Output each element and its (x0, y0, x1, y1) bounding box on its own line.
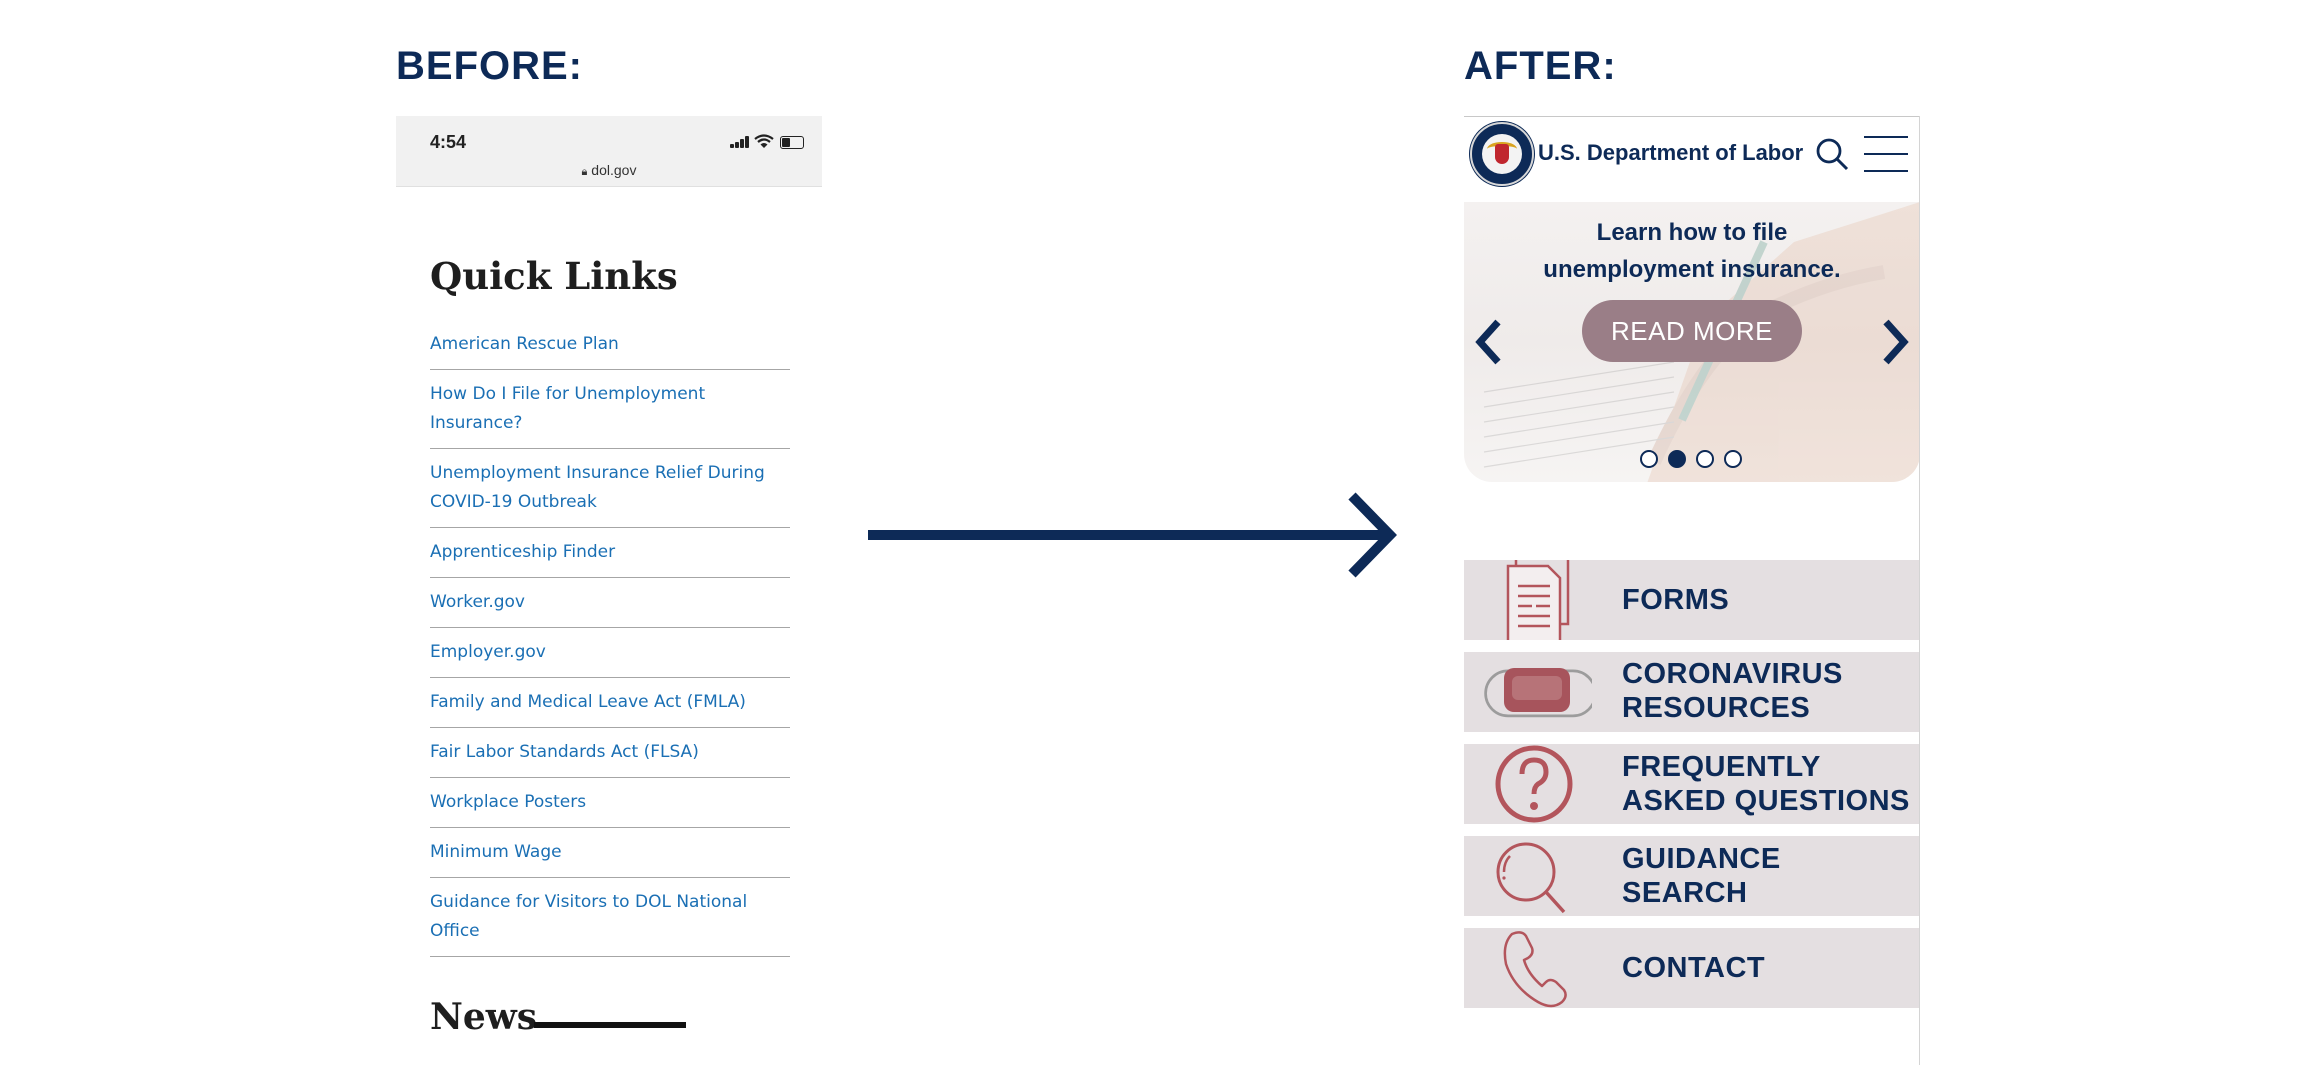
tile-label-line: SEARCH (1622, 877, 1748, 909)
carousel-dot[interactable] (1696, 450, 1714, 468)
list-item: Unemployment Insurance Relief During COV… (430, 449, 790, 528)
tile-contact[interactable]: CONTACT (1464, 928, 1920, 1008)
tile-label-line: ASKED QUESTIONS (1622, 785, 1910, 817)
tile-label: GUIDANCE SEARCH (1622, 842, 1781, 910)
wifi-icon (754, 134, 774, 148)
agency-name[interactable]: U.S. Department of Labor (1538, 140, 1803, 166)
question-mark-icon (1495, 745, 1573, 823)
quick-link[interactable]: American Rescue Plan (430, 330, 790, 359)
tile-label-line: GUIDANCE (1622, 843, 1781, 875)
list-item: Apprenticeship Finder (430, 528, 790, 578)
url-bar[interactable]: 🔒︎ dol.gov (396, 162, 822, 179)
quick-link[interactable]: Fair Labor Standards Act (FLSA) (430, 738, 790, 767)
carousel-dot[interactable] (1724, 450, 1742, 468)
quick-link[interactable]: How Do I File for Unemployment Insurance… (430, 380, 790, 438)
quick-link[interactable]: Employer.gov (430, 638, 790, 667)
carousel-dot[interactable] (1640, 450, 1658, 468)
quick-link[interactable]: Family and Medical Leave Act (FMLA) (430, 688, 790, 717)
tile-faq[interactable]: FREQUENTLY ASKED QUESTIONS (1464, 744, 1920, 824)
chevron-left-icon[interactable] (1474, 316, 1504, 368)
quick-link[interactable]: Worker.gov (430, 588, 790, 617)
read-more-button[interactable]: READ MORE (1582, 300, 1802, 362)
phone-icon (1503, 931, 1567, 1008)
list-item: Minimum Wage (430, 828, 790, 878)
list-item: American Rescue Plan (430, 320, 790, 370)
dol-seal-icon[interactable] (1470, 122, 1534, 186)
divider (1919, 116, 1920, 1065)
hero-headline-line: unemployment insurance. (1543, 256, 1841, 283)
divider (1464, 116, 1920, 117)
document-icon (1506, 560, 1570, 640)
tile-guidance-search[interactable]: GUIDANCE SEARCH (1464, 836, 1920, 916)
hero-headline: Learn how to file unemployment insurance… (1464, 214, 1920, 288)
list-item: Guidance for Visitors to DOL National Of… (430, 878, 790, 957)
signal-icon (730, 136, 750, 148)
quick-links-title: Quick Links (430, 254, 678, 298)
search-icon[interactable] (1812, 134, 1852, 174)
quick-links-list: American Rescue Plan How Do I File for U… (430, 320, 790, 957)
status-bar: 4:54 🔒︎ dol.gov (396, 116, 822, 187)
battery-icon (780, 136, 804, 149)
tile-coronavirus-resources[interactable]: CORONAVIRUS RESOURCES (1464, 652, 1920, 732)
tile-label-line: CORONAVIRUS (1622, 658, 1843, 690)
url-text: dol.gov (591, 162, 637, 178)
lock-icon: 🔒︎ (581, 166, 588, 178)
tile-label: CORONAVIRUS RESOURCES (1622, 657, 1843, 725)
carousel-dot-active[interactable] (1668, 450, 1686, 468)
tile-label-line: FREQUENTLY (1622, 751, 1821, 783)
face-mask-icon (1484, 668, 1592, 718)
magnifier-icon (1496, 842, 1566, 914)
list-item: Workplace Posters (430, 778, 790, 828)
after-heading: AFTER: (1464, 44, 1617, 88)
hamburger-menu-icon[interactable] (1864, 134, 1908, 174)
tile-forms[interactable]: FORMS (1464, 560, 1920, 640)
tile-label-line: RESOURCES (1622, 692, 1811, 724)
carousel-dots (1640, 450, 1750, 472)
tile-label: FORMS (1622, 584, 1730, 616)
list-item: Worker.gov (430, 578, 790, 628)
arrow-right-icon (868, 492, 1397, 578)
list-item: Employer.gov (430, 628, 790, 678)
news-title: News (430, 996, 538, 1038)
tile-label: CONTACT (1622, 952, 1766, 984)
list-item: How Do I File for Unemployment Insurance… (430, 370, 790, 449)
before-heading: BEFORE: (396, 44, 583, 88)
status-time: 4:54 (430, 132, 467, 152)
before-phone-screenshot: 4:54 🔒︎ dol.gov Quick Links American Res… (396, 116, 822, 1065)
after-phone-mockup: U.S. Department of Labor Learn how to fi… (1464, 116, 1920, 1065)
hero-headline-line: Learn how to file (1596, 219, 1788, 246)
chevron-right-icon[interactable] (1880, 316, 1910, 368)
quick-link[interactable]: Guidance for Visitors to DOL National Of… (430, 888, 790, 946)
news-underline (534, 1022, 686, 1028)
hero-carousel: Learn how to file unemployment insurance… (1464, 202, 1920, 482)
site-header: U.S. Department of Labor (1464, 116, 1920, 202)
quick-link[interactable]: Unemployment Insurance Relief During COV… (430, 459, 790, 517)
list-item: Family and Medical Leave Act (FMLA) (430, 678, 790, 728)
quick-link[interactable]: Workplace Posters (430, 788, 790, 817)
quick-link[interactable]: Minimum Wage (430, 838, 790, 867)
list-item: Fair Labor Standards Act (FLSA) (430, 728, 790, 778)
quick-link[interactable]: Apprenticeship Finder (430, 538, 790, 567)
tile-label: FREQUENTLY ASKED QUESTIONS (1622, 750, 1910, 818)
